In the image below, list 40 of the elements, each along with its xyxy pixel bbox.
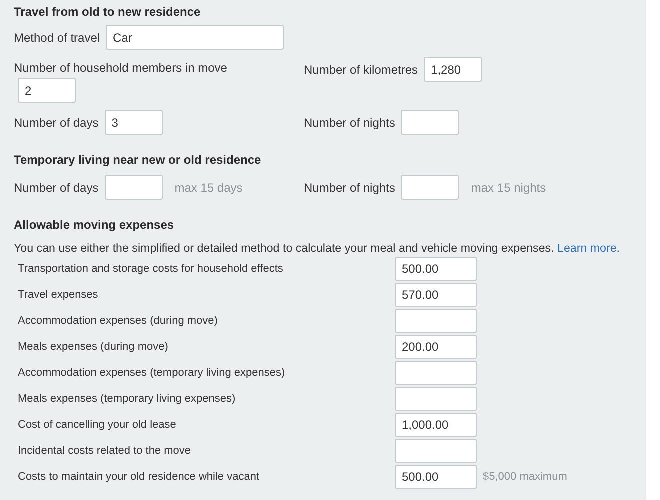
field-label: Number of household members in move	[14, 61, 228, 75]
input-field[interactable]: 500.00	[395, 257, 477, 281]
field-label: Number of nights	[304, 116, 396, 130]
expense-label: Incidental costs related to the move	[18, 445, 192, 457]
section-heading: Temporary living near new or old residence	[14, 152, 262, 168]
expense-label: Transportation and storage costs for household effects	[18, 263, 284, 275]
input-field[interactable]: 1,000.00	[395, 413, 477, 437]
input-field[interactable]	[395, 387, 477, 411]
expense-label: Cost of cancelling your old lease	[18, 419, 178, 431]
hint-text: max 15 nights	[471, 180, 546, 194]
field-label: Number of nights	[304, 180, 396, 194]
section-heading: Allowable moving expenses	[14, 217, 176, 233]
intro-text: You can use either the simplified or detailed method to calculate your meal and vehicle moving expenses. Learn more.	[14, 242, 622, 255]
input-field[interactable]	[401, 175, 460, 200]
field-label: Number of days	[14, 180, 99, 194]
expense-label: Meals expenses (during move)	[18, 341, 170, 353]
input-field[interactable]	[395, 439, 477, 463]
section-heading: Travel from old to new residence	[14, 4, 202, 20]
hint-text: max 15 days	[174, 180, 243, 194]
input-field[interactable]	[395, 361, 477, 385]
input-field[interactable]	[401, 110, 460, 135]
expense-label: Meals expenses (temporary living expenses)	[18, 393, 237, 405]
input-field[interactable]: 200.00	[395, 335, 477, 359]
expense-label: Costs to maintain your old residence while vacant	[18, 471, 261, 483]
expense-label: Travel expenses	[18, 289, 100, 301]
field-label: Number of kilometres	[304, 62, 418, 76]
input-field[interactable]: 1,280	[424, 57, 482, 82]
input-field[interactable]: 500.00	[395, 465, 477, 489]
expense-label: Accommodation expenses (temporary living expenses)	[18, 367, 286, 379]
input-field[interactable]: 2	[18, 78, 76, 103]
input-field[interactable]: 570.00	[395, 283, 477, 307]
input-field[interactable]	[395, 309, 477, 333]
expense-label: Accommodation expenses (during move)	[18, 315, 219, 327]
input-field[interactable]	[104, 175, 163, 200]
hint-text: $5,000 maximum	[483, 471, 568, 483]
input-field[interactable]: 3	[104, 110, 163, 135]
field-label: Method of travel	[14, 30, 100, 44]
field-label: Number of days	[14, 116, 99, 130]
input-field[interactable]: Car	[106, 25, 284, 50]
learn-more-link[interactable]: Learn more.	[558, 242, 620, 255]
